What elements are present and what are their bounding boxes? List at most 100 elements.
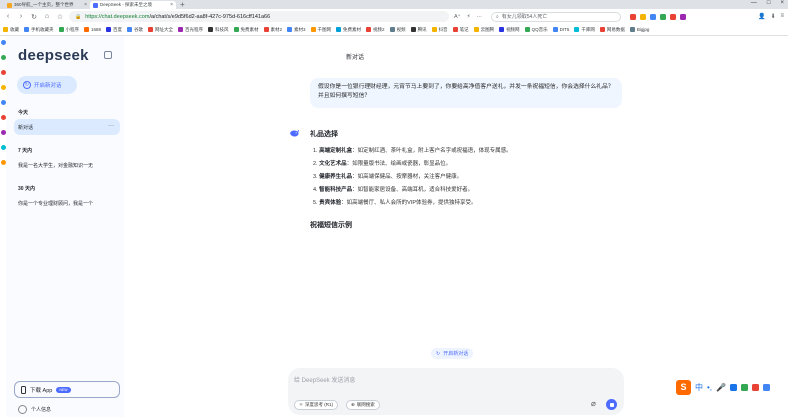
bookmark-item[interactable]: 视频2: [366, 27, 385, 33]
bookmark-item[interactable]: QQ音乐: [524, 27, 548, 33]
bookmark-favicon-icon: [58, 27, 64, 32]
bookmark-item[interactable]: Bigjpg: [629, 27, 649, 32]
bookmark-item[interactable]: 科技风: [208, 27, 229, 33]
tools-icon[interactable]: [752, 383, 759, 391]
web-search-toggle[interactable]: ⊕ 联网搜索: [346, 400, 380, 410]
bookmark-item[interactable]: 网易数据: [599, 27, 625, 33]
sidebar-app-icon[interactable]: [0, 40, 6, 45]
message-input[interactable]: 给 DeepSeek 发送消息: [294, 375, 355, 384]
bookmark-label: 千图网: [317, 26, 332, 32]
bookmark-label: 免费素材: [240, 26, 259, 32]
conversation-item[interactable]: 你是一个专业理财顾问，我是一个: [14, 195, 120, 211]
bookmark-item[interactable]: 素材3: [287, 27, 306, 33]
forward-icon[interactable]: ›: [17, 13, 25, 20]
download-app-button[interactable]: 下载 App NEW: [14, 381, 120, 398]
star-icon[interactable]: ☆: [56, 13, 64, 21]
extension-icon[interactable]: [659, 13, 666, 20]
conversation-item[interactable]: 我是一名大学生，对金融知识一无: [14, 157, 120, 173]
bookmark-item[interactable]: 免费素材: [336, 27, 361, 33]
maximize-icon[interactable]: □: [767, 0, 771, 6]
sidebar-app-icon[interactable]: [0, 145, 6, 150]
sidebar-app-icon[interactable]: [0, 70, 6, 75]
ime-language[interactable]: 中: [695, 382, 703, 393]
browser-tab-bar: 360导航_一个主页，整个世界 × DeepSeek - 探索未至之境 × + …: [0, 0, 788, 9]
sidebar-app-icon[interactable]: [0, 115, 6, 120]
url-tools: A⁺ ⚡ ⋯: [454, 14, 482, 20]
extension-icon[interactable]: [669, 13, 676, 20]
bookmark-item[interactable]: 免费素材: [233, 26, 259, 33]
bookmark-item[interactable]: 网址大全: [148, 27, 173, 33]
bookmark-item[interactable]: 素材2: [263, 27, 282, 33]
close-tab-icon[interactable]: ×: [170, 2, 173, 8]
send-button[interactable]: [606, 399, 617, 410]
conversation-item[interactable]: 新对话 ···: [14, 119, 120, 135]
extension-icon[interactable]: [629, 13, 636, 20]
browser-tab-360[interactable]: 360导航_一个主页，整个世界 ×: [4, 1, 90, 9]
more-options-icon[interactable]: ···: [108, 123, 114, 129]
download-icon[interactable]: ⬇: [770, 13, 775, 20]
bookmark-item[interactable]: 收藏: [3, 27, 19, 33]
url-bar[interactable]: 🔒 https://chat.deepseek.com/a/chat/s/e9d…: [69, 11, 449, 22]
bookmark-label: 腾讯: [417, 26, 427, 32]
bookmark-item[interactable]: 腾讯: [410, 26, 427, 33]
bookmark-item[interactable]: 1688: [84, 27, 101, 32]
list-item: 2. 文化艺术品：如限量版书法、绘画或瓷器，彰显品位。: [313, 161, 452, 167]
sidebar-app-icon[interactable]: [0, 160, 6, 165]
bookmark-item[interactable]: 百光程序: [178, 27, 203, 33]
tab-title: DeepSeek - 探索未至之境: [100, 2, 153, 7]
open-new-chat-button[interactable]: ↻ 开启新对话: [431, 348, 474, 359]
bookmark-item[interactable]: 云图腾: [473, 27, 494, 33]
browser-search-input[interactable]: ⌕ 有女儿领取54人死亡: [490, 11, 621, 22]
bookmark-item[interactable]: DIT5: [552, 27, 569, 32]
collapse-sidebar-icon[interactable]: [104, 51, 112, 59]
bolt-icon[interactable]: ⚡: [467, 14, 471, 20]
sogou-logo-icon[interactable]: S: [676, 379, 691, 395]
new-chat-button[interactable]: ↻ 开启新对话: [17, 76, 77, 94]
profile-button[interactable]: 个人信息: [18, 405, 51, 414]
home-icon[interactable]: ⌂: [43, 13, 51, 20]
bookmark-label: 抖音: [438, 26, 448, 32]
close-window-icon[interactable]: ×: [780, 0, 784, 6]
sidebar-app-icon[interactable]: [0, 55, 6, 60]
deep-think-toggle[interactable]: ⚛ 深度思考 (R1): [294, 400, 339, 410]
bookmark-item[interactable]: 千图网: [310, 26, 332, 33]
bookmark-label: 笔记: [459, 26, 469, 32]
user-icon[interactable]: 👤: [758, 13, 765, 20]
skin-icon[interactable]: [741, 383, 748, 391]
browser-tab-deepseek[interactable]: DeepSeek - 探索未至之境 ×: [90, 1, 176, 9]
attach-icon[interactable]: ⌀: [591, 399, 596, 408]
bookmark-item[interactable]: 谷歌: [127, 27, 143, 33]
more-icon[interactable]: ⋯: [476, 14, 482, 20]
back-icon[interactable]: ‹: [4, 13, 12, 20]
bookmark-item[interactable]: 笔记: [452, 26, 469, 33]
bookmark-item[interactable]: 小程序: [58, 27, 79, 33]
ime-punctuation[interactable]: •,: [707, 383, 712, 392]
bookmark-item[interactable]: 千库网: [574, 27, 595, 33]
reload-icon[interactable]: ↻: [30, 13, 38, 21]
menu-icon[interactable]: ≡: [780, 13, 784, 20]
keyboard-icon[interactable]: [730, 383, 737, 391]
extension-icon[interactable]: [639, 13, 646, 20]
extension-icon[interactable]: [679, 13, 686, 20]
bookmark-item[interactable]: 抖音: [431, 26, 448, 33]
bookmark-item[interactable]: 视频网: [499, 27, 520, 33]
bookmark-label: 收藏: [10, 26, 19, 32]
read-aloud-icon[interactable]: A⁺: [454, 14, 461, 20]
microphone-icon[interactable]: 🎤: [716, 383, 726, 392]
section-label-7days: 7 天内: [18, 148, 33, 154]
bookmark-label: 视频2: [373, 26, 385, 32]
conversation-title: 我是一名大学生，对金融知识一无: [18, 162, 94, 169]
bookmark-item[interactable]: 百度: [106, 27, 122, 33]
message-composer[interactable]: 给 DeepSeek 发送消息 ⚛ 深度思考 (R1) ⊕ 联网搜索 ⌀: [288, 368, 624, 415]
sidebar-app-icon[interactable]: [0, 85, 6, 90]
sidebar-app-icon[interactable]: [0, 100, 6, 105]
new-tab-button[interactable]: +: [180, 1, 185, 9]
extension-icon[interactable]: [649, 13, 656, 20]
grid-icon[interactable]: [763, 383, 770, 391]
close-tab-icon[interactable]: ×: [84, 2, 87, 8]
bookmark-item[interactable]: 视频: [389, 27, 406, 33]
minimize-icon[interactable]: —: [751, 0, 757, 6]
bookmark-item[interactable]: 手机收藏夹: [24, 27, 54, 33]
sidebar-app-icon[interactable]: [0, 130, 6, 135]
deepseek-logo[interactable]: deepseek: [18, 47, 89, 64]
